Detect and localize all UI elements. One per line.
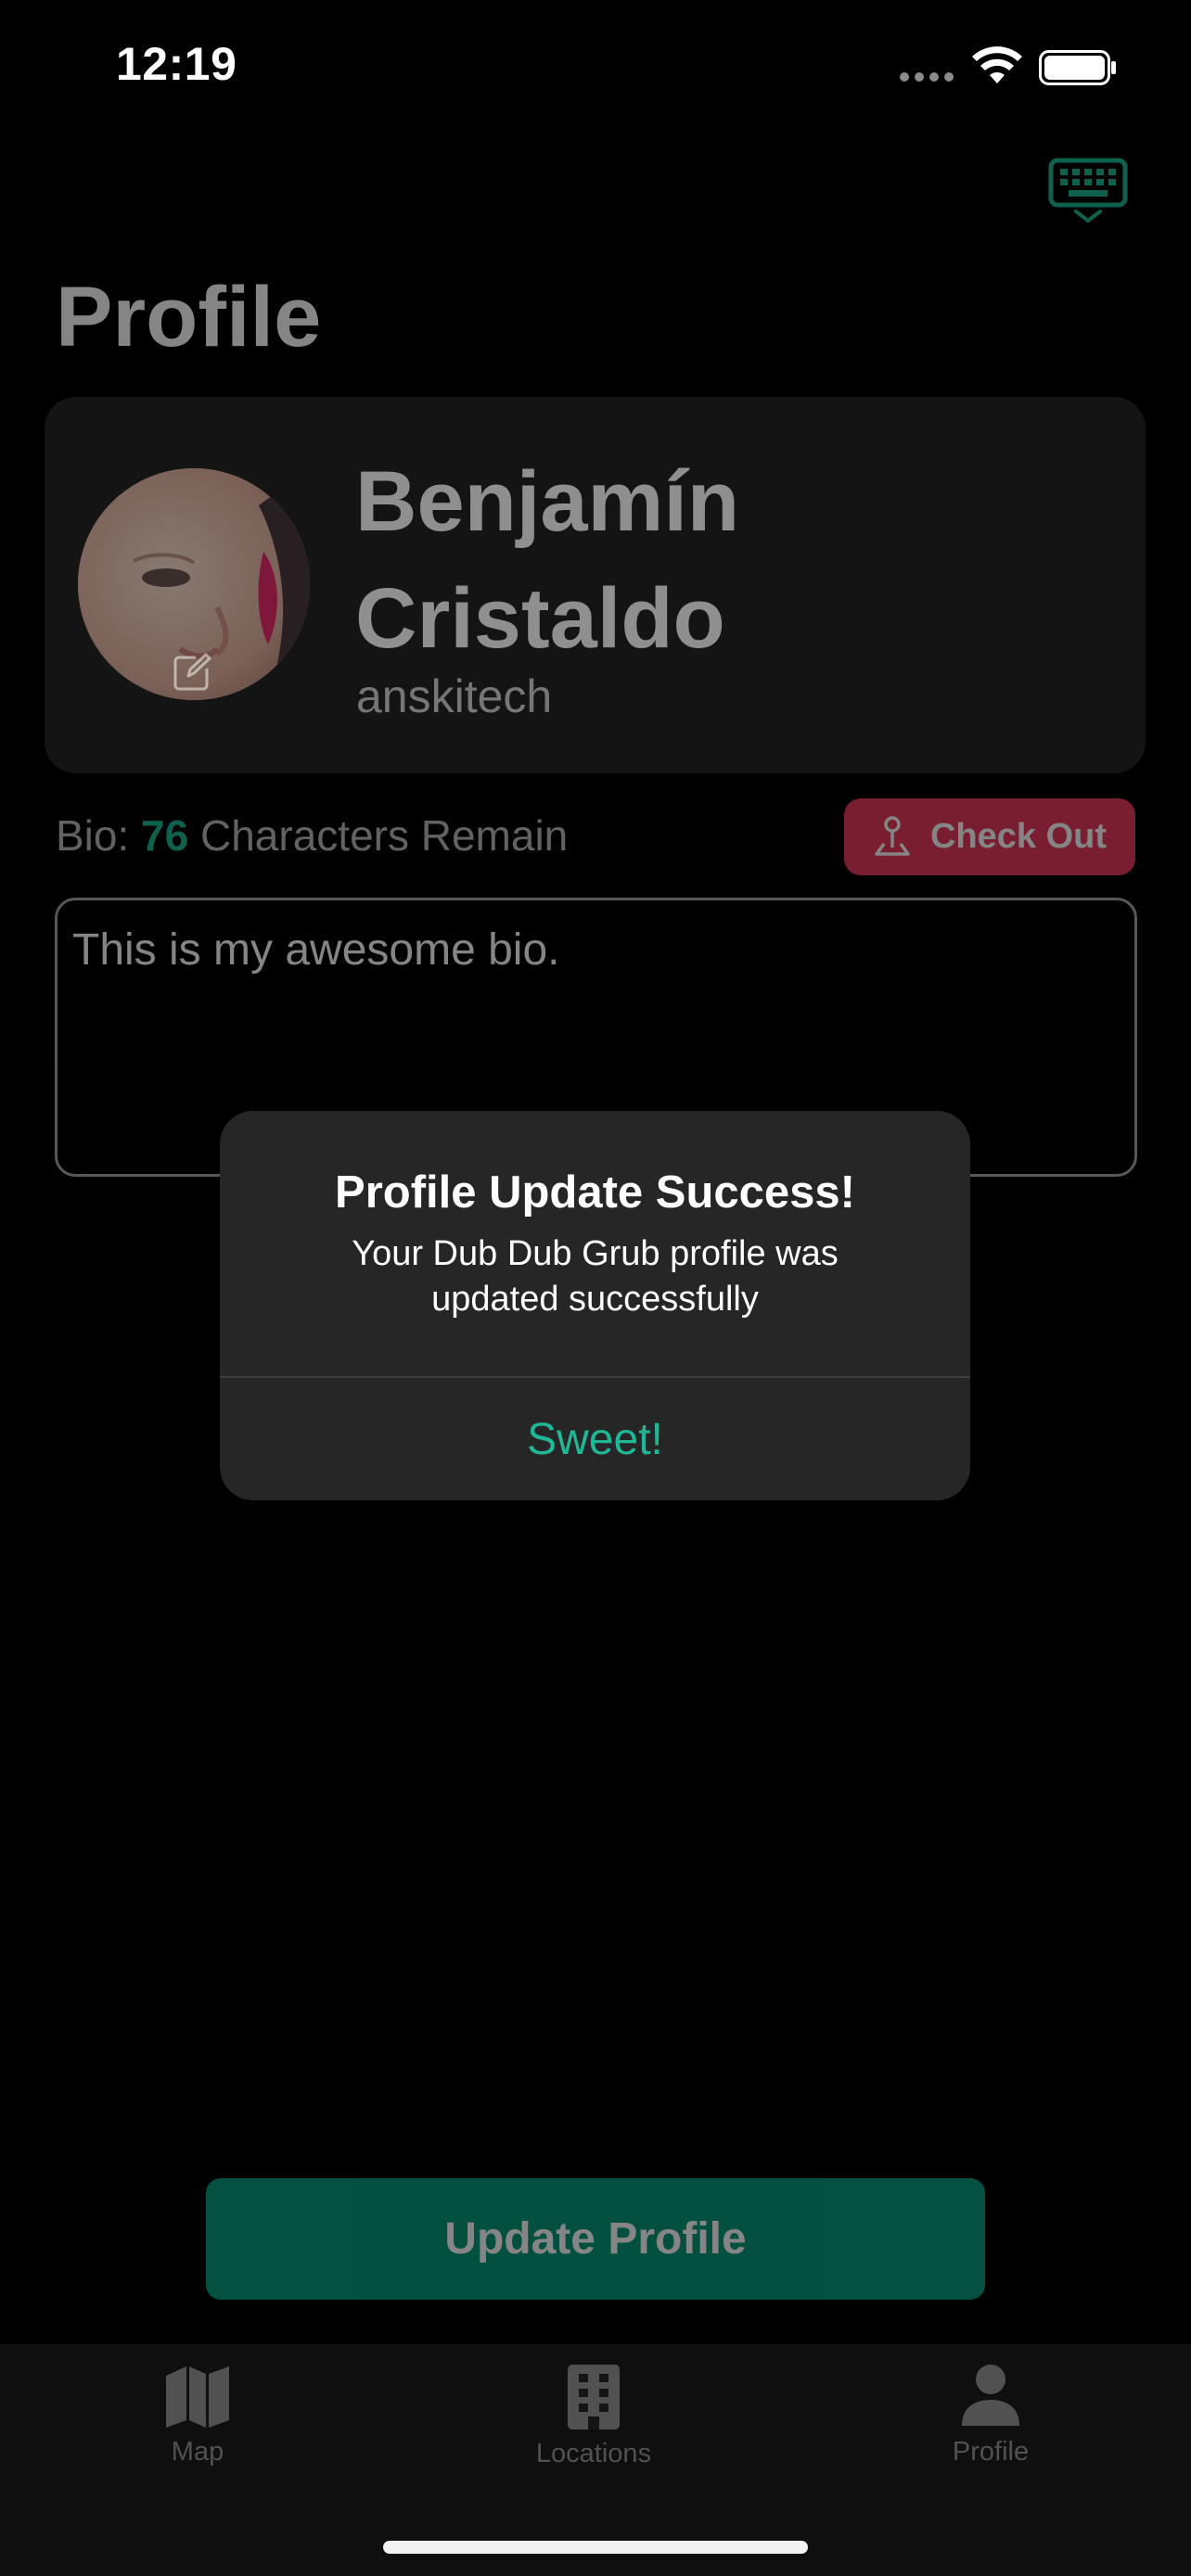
- bio-label: Bio: 76 Characters Remain: [56, 810, 568, 861]
- last-name: Cristaldo: [355, 571, 725, 666]
- check-out-button[interactable]: Check Out: [844, 798, 1135, 875]
- profile-name: Benjamín Cristaldo: [355, 443, 1079, 677]
- building-icon: [568, 2365, 620, 2429]
- wifi-icon: [972, 46, 1022, 83]
- status-bar: 12:19: [0, 0, 1191, 139]
- alert-dialog: Profile Update Success! Your Dub Dub Gru…: [220, 1111, 970, 1500]
- tab-profile[interactable]: Profile: [875, 2363, 1107, 2468]
- first-name: Benjamín: [355, 454, 740, 549]
- cellular-dots-icon: [900, 72, 954, 82]
- tab-map-label: Map: [171, 2437, 224, 2467]
- update-profile-button[interactable]: Update Profile: [206, 2178, 985, 2300]
- alert-sweet-button[interactable]: Sweet!: [220, 1378, 970, 1500]
- bio-text: This is my awesome bio.: [72, 925, 560, 975]
- alert-message: Your Dub Dub Grub profile was updated su…: [352, 1234, 839, 1319]
- tab-map[interactable]: Map: [82, 2363, 314, 2468]
- map-icon: [166, 2366, 229, 2428]
- tab-locations-label: Locations: [535, 2439, 652, 2468]
- keyboard-dismiss-icon[interactable]: [1048, 158, 1128, 224]
- map-pin-icon: [875, 815, 910, 856]
- page-title: Profile: [56, 270, 322, 364]
- bio-label-suffix: Characters Remain: [188, 811, 569, 860]
- person-icon: [962, 2365, 1019, 2426]
- tab-profile-label: Profile: [952, 2437, 1030, 2467]
- alert-title: Profile Update Success!: [335, 1167, 855, 1218]
- home-indicator[interactable]: [383, 2541, 808, 2554]
- tab-locations[interactable]: Locations: [478, 2363, 710, 2469]
- status-time: 12:19: [116, 38, 237, 90]
- bio-remaining-count: 76: [141, 811, 189, 860]
- battery-icon: [1039, 50, 1116, 85]
- username: anskitech: [356, 670, 553, 722]
- square-pencil-icon[interactable]: [172, 652, 212, 693]
- check-out-label: Check Out: [929, 817, 1108, 856]
- bio-label-prefix: Bio:: [56, 811, 142, 860]
